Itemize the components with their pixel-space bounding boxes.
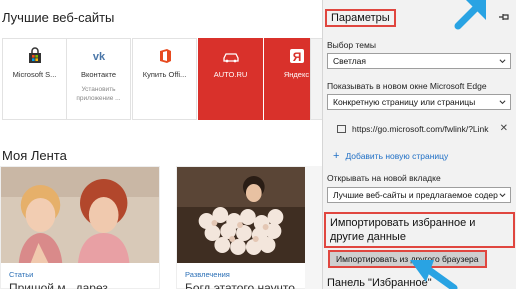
tile-label: AUTO.RU xyxy=(213,70,248,79)
svg-text:Я: Я xyxy=(292,50,301,64)
top-sites-title: Лучшие веб-сайты xyxy=(2,10,115,25)
article-headline[interactable]: Пришой м.. дарез xyxy=(9,281,108,289)
feed-card[interactable]: Статьи Пришой м.. дарез xyxy=(0,166,160,289)
annotation-arrow xyxy=(454,0,486,30)
svg-text:vk: vk xyxy=(92,51,105,63)
yandex-icon: Я xyxy=(289,49,304,64)
add-new-page-link[interactable]: + Добавить новую страницу xyxy=(333,150,448,162)
add-new-page-label: Добавить новую страницу xyxy=(345,151,449,161)
plus-icon: + xyxy=(333,150,340,162)
new-tab-select-value: Лучшие веб-сайты и предлагаемое содер xyxy=(333,190,498,200)
theme-select[interactable]: Светлая xyxy=(327,53,511,69)
store-bag-icon xyxy=(28,47,41,63)
tile-sublabel: Установить приложение ... xyxy=(76,86,121,102)
open-with-select[interactable]: Конкретную страницу или страницы xyxy=(327,94,511,110)
open-with-label: Показывать в новом окне Microsoft Edge xyxy=(327,81,487,91)
office-icon xyxy=(159,49,171,63)
chevron-down-icon xyxy=(499,193,506,198)
feed-card-partial[interactable] xyxy=(305,166,322,289)
tile-label: Купить Offi... xyxy=(142,70,187,79)
auto-car-icon xyxy=(222,53,239,63)
panel-title: Параметры xyxy=(325,9,396,27)
start-page-url[interactable]: https://go.microsoft.com/fwlink/?Link xyxy=(337,124,489,134)
article-headline[interactable]: Богд этатого научто xyxy=(185,281,295,289)
import-section-title: Импортировать избранное и другие данные xyxy=(324,212,515,248)
top-site-tile-microsoft-store[interactable]: Microsoft S... xyxy=(2,38,67,120)
theme-select-value: Светлая xyxy=(333,56,366,66)
top-site-tile-vkontakte[interactable]: vk Вконтакте Установить приложение ... xyxy=(66,38,131,120)
top-site-tile-auto-ru[interactable]: AUTO.RU xyxy=(198,38,263,120)
page-icon xyxy=(337,125,346,133)
tile-label: Microsoft S... xyxy=(12,70,57,79)
new-tab-label: Открывать на новой вкладке xyxy=(327,173,441,183)
vk-icon: vk xyxy=(92,51,105,63)
settings-panel: Параметры Выбор темы Светлая Показывать … xyxy=(322,0,516,289)
feed-title: Моя Лента xyxy=(2,148,67,163)
pin-icon[interactable] xyxy=(498,12,510,22)
new-tab-page: Лучшие веб-сайты Microsoft S... vk Вконт… xyxy=(0,0,329,289)
new-tab-select[interactable]: Лучшие веб-сайты и предлагаемое содер xyxy=(327,187,511,203)
top-site-tile-partial[interactable] xyxy=(310,38,322,120)
top-site-tile-office[interactable]: Купить Offi... xyxy=(132,38,197,120)
article-category: Статьи xyxy=(9,270,34,279)
open-with-select-value: Конкретную страницу или страницы xyxy=(333,97,476,107)
annotation-arrow xyxy=(410,260,458,289)
chevron-down-icon xyxy=(499,59,506,64)
feed-card[interactable]: Развлечения Богд этатого научто xyxy=(176,166,306,289)
article-category: Развлечения xyxy=(185,270,230,279)
article-photo xyxy=(1,167,159,263)
theme-label: Выбор темы xyxy=(327,40,376,50)
chevron-down-icon xyxy=(499,100,506,105)
tile-label: Вконтакте xyxy=(80,70,117,79)
close-icon[interactable]: ✕ xyxy=(500,123,508,134)
article-photo xyxy=(177,167,305,263)
start-page-url-text: https://go.microsoft.com/fwlink/?Link xyxy=(352,124,489,134)
